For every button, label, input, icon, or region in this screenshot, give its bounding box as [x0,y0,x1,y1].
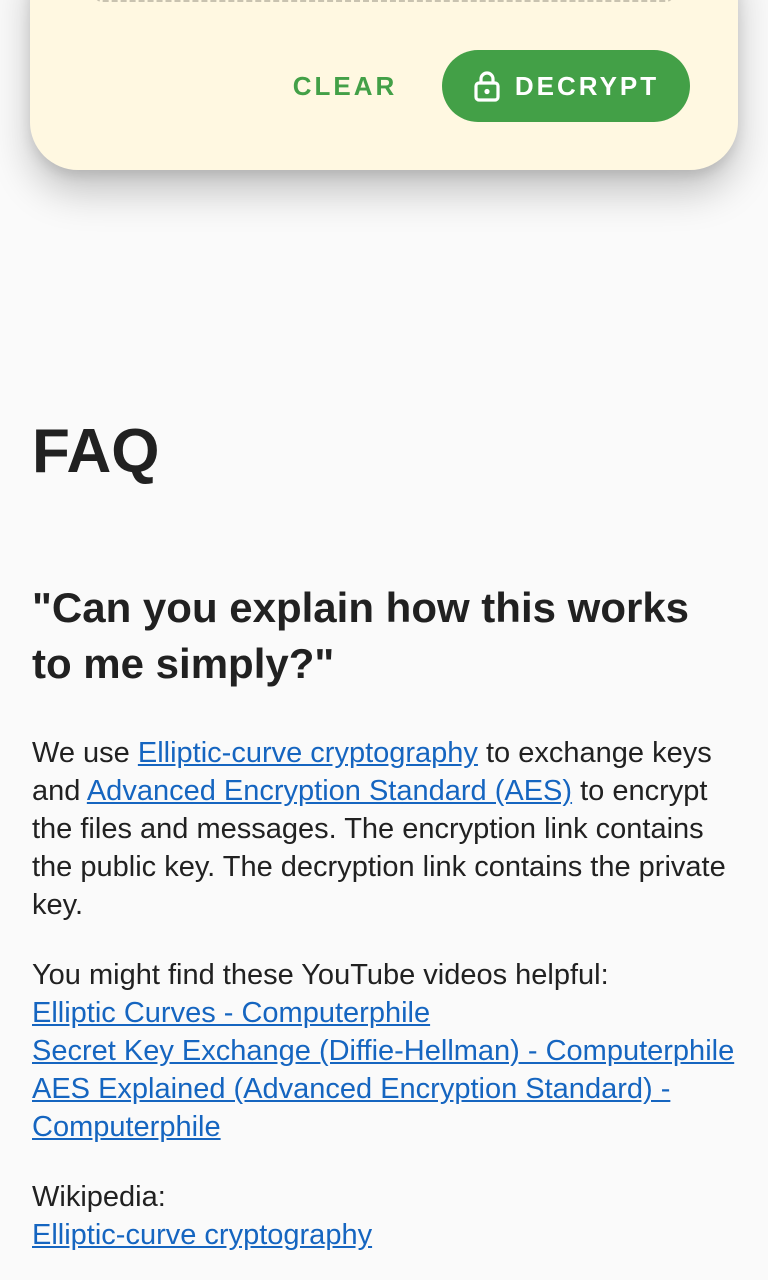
clear-button[interactable]: CLEAR [280,58,410,114]
decrypt-button-label: DECRYPT [514,70,660,101]
dropzone-border [94,0,674,2]
page: CLEAR DECRYPT FAQ "Can you explain how t… [0,0,768,1280]
faq-section: FAQ "Can you explain how this works to m… [32,410,736,1280]
faq-question: "Can you explain how this works to me si… [32,584,690,687]
video-link-diffie-hellman[interactable]: Secret Key Exchange (Diffie-Hellman) - C… [32,1032,736,1070]
wikipedia-intro: Wikipedia: [32,1181,166,1213]
decrypt-card: CLEAR DECRYPT [30,0,738,170]
wikipedia-link-elliptic-curve[interactable]: Elliptic-curve cryptography [32,1216,736,1254]
video-link-aes-explained[interactable]: AES Explained (Advanced Encryption Stand… [32,1070,736,1146]
answer-text-1: We use [32,737,138,769]
video-link-elliptic-curves[interactable]: Elliptic Curves - Computerphile [32,994,736,1032]
lock-icon [473,70,501,102]
wikipedia-paragraph: Wikipedia: Elliptic-curve cryptography [32,1178,736,1254]
link-elliptic-curve-cryptography[interactable]: Elliptic-curve cryptography [138,737,478,769]
videos-intro: You might find these YouTube videos help… [32,959,609,991]
videos-paragraph: You might find these YouTube videos help… [32,956,736,1146]
faq-title: FAQ [32,417,160,486]
link-aes[interactable]: Advanced Encryption Standard (AES) [87,775,572,807]
decrypt-button[interactable]: DECRYPT [442,50,690,122]
faq-answer-paragraph: We use Elliptic-curve cryptography to ex… [32,734,736,924]
